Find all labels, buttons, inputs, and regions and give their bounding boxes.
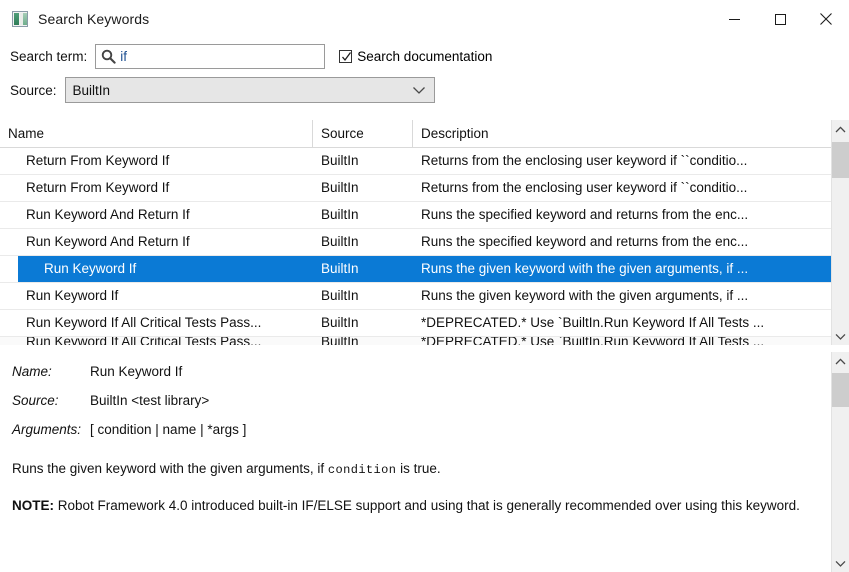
detail-scroll-thumb[interactable]: [832, 373, 849, 407]
close-icon: [820, 13, 832, 25]
search-term-label: Search term:: [10, 48, 88, 64]
detail-arguments-value: [ condition | name | *args ]: [90, 421, 247, 437]
cell-source: BuiltIn: [313, 256, 413, 282]
detail-summary-post: is true.: [396, 460, 441, 476]
list-scroll-track[interactable]: [832, 138, 849, 327]
cell-name: Return From Keyword If: [26, 153, 170, 168]
table-row[interactable]: Run Keyword If BuiltIn Runs the given ke…: [0, 283, 831, 310]
cell-description: *DEPRECATED.* Use `BuiltIn.Run Keyword I…: [421, 337, 765, 345]
list-scroll-thumb[interactable]: [832, 142, 849, 178]
table-row[interactable]: Run Keyword If All Critical Tests Pass..…: [0, 337, 831, 345]
window-controls: [711, 0, 849, 38]
detail-name-row: Name: Run Keyword If: [12, 362, 819, 383]
scroll-up-button[interactable]: [832, 120, 849, 138]
table-row[interactable]: Run Keyword And Return If BuiltIn Runs t…: [0, 229, 831, 256]
app-icon: [12, 11, 28, 27]
cell-source: BuiltIn: [321, 337, 359, 345]
search-input[interactable]: [120, 45, 325, 67]
search-documentation-label: Search documentation: [357, 48, 493, 64]
pane-splitter[interactable]: [0, 345, 849, 352]
window-title: Search Keywords: [38, 11, 150, 27]
title-bar: Search Keywords: [0, 0, 849, 39]
close-button[interactable]: [803, 0, 849, 38]
cell-description: Runs the specified keyword and returns f…: [421, 234, 749, 249]
search-input-box[interactable]: [95, 43, 326, 69]
source-dropdown[interactable]: BuiltIn: [64, 77, 435, 103]
cell-name: Return From Keyword If: [26, 180, 170, 195]
detail-scroll-track[interactable]: [832, 370, 849, 554]
cell-source: BuiltIn: [321, 234, 359, 249]
check-icon: [342, 51, 352, 61]
cell-source: BuiltIn: [321, 153, 359, 168]
cell-name: Run Keyword If: [26, 288, 119, 303]
cell-name: Run Keyword If All Critical Tests Pass..…: [26, 315, 262, 330]
search-term-row: Search term: Search documentation: [0, 41, 849, 71]
list-scrollbar[interactable]: [831, 120, 849, 345]
cell-source: BuiltIn: [321, 207, 359, 222]
table-row[interactable]: Run Keyword If All Critical Tests Pass..…: [0, 310, 831, 337]
maximize-button[interactable]: [757, 0, 803, 38]
keyword-results-viewport: Name Source Description Return From Keyw…: [0, 120, 831, 345]
cell-source: BuiltIn: [321, 288, 359, 303]
source-selected-value: BuiltIn: [72, 82, 111, 98]
detail-note-text: Robot Framework 4.0 introduced built-in …: [54, 497, 800, 513]
source-row: Source: BuiltIn: [0, 75, 849, 105]
scroll-down-button[interactable]: [832, 327, 849, 345]
search-documentation-checkbox[interactable]: [339, 49, 353, 63]
keyword-detail-content: Name: Run Keyword If Source: BuiltIn <te…: [0, 352, 831, 572]
chevron-down-icon: [835, 333, 846, 340]
detail-scroll-up-button[interactable]: [832, 352, 849, 370]
minimize-button[interactable]: [711, 0, 757, 38]
cell-source: BuiltIn: [321, 180, 359, 195]
keyword-results-table: Name Source Description Return From Keyw…: [0, 120, 849, 345]
chevron-down-icon: [835, 560, 846, 567]
detail-note-label: NOTE:: [12, 497, 54, 513]
detail-name-value: Run Keyword If: [90, 364, 183, 379]
column-header-name[interactable]: Name: [0, 120, 313, 147]
cell-description: Runs the given keyword with the given ar…: [413, 256, 831, 282]
detail-note-paragraph: NOTE: Robot Framework 4.0 introduced bui…: [12, 496, 819, 517]
chevron-up-icon: [835, 125, 846, 132]
table-row-selected[interactable]: Run Keyword If BuiltIn Runs the given ke…: [0, 256, 831, 283]
detail-arguments-row: Arguments: [ condition | name | *args ]: [12, 420, 819, 441]
cell-source: BuiltIn: [321, 315, 359, 330]
detail-name-label: Name:: [12, 364, 52, 379]
cell-name: Run Keyword If: [18, 256, 313, 282]
search-documentation-checkbox-wrap[interactable]: Search documentation: [339, 49, 492, 64]
cell-description: Runs the given keyword with the given ar…: [421, 288, 749, 303]
column-header-source[interactable]: Source: [313, 120, 413, 147]
cell-description: Returns from the enclosing user keyword …: [421, 153, 748, 168]
chevron-up-icon: [835, 357, 846, 364]
detail-scrollbar[interactable]: [831, 352, 849, 572]
detail-scroll-down-button[interactable]: [832, 554, 849, 572]
detail-summary-code: condition: [327, 462, 397, 477]
maximize-icon: [774, 13, 786, 25]
detail-source-value: BuiltIn <test library>: [90, 392, 210, 408]
detail-source-row: Source: BuiltIn <test library>: [12, 391, 819, 412]
minimize-icon: [728, 18, 740, 20]
table-row[interactable]: Return From Keyword If BuiltIn Returns f…: [0, 175, 831, 202]
keyword-detail-pane: Name: Run Keyword If Source: BuiltIn <te…: [0, 352, 849, 572]
cell-description: Returns from the enclosing user keyword …: [421, 180, 748, 195]
table-row[interactable]: Return From Keyword If BuiltIn Returns f…: [0, 148, 831, 175]
cell-description: *DEPRECATED.* Use `BuiltIn.Run Keyword I…: [421, 315, 765, 330]
cell-description: Runs the specified keyword and returns f…: [421, 207, 749, 222]
detail-summary-pre: Runs the given keyword with the given ar…: [12, 460, 328, 476]
column-header-description[interactable]: Description: [413, 120, 831, 147]
detail-arguments-label: Arguments:: [12, 421, 82, 437]
chevron-down-icon: [412, 83, 426, 98]
search-icon: [96, 49, 120, 64]
table-header-row: Name Source Description: [0, 120, 831, 148]
cell-name: Run Keyword And Return If: [26, 234, 190, 249]
cell-name: Run Keyword If All Critical Tests Pass..…: [26, 337, 262, 345]
source-label: Source:: [10, 82, 57, 98]
table-row[interactable]: Run Keyword And Return If BuiltIn Runs t…: [0, 202, 831, 229]
detail-source-label: Source:: [12, 392, 59, 408]
detail-summary-paragraph: Runs the given keyword with the given ar…: [12, 459, 819, 480]
cell-name: Run Keyword And Return If: [26, 207, 190, 222]
